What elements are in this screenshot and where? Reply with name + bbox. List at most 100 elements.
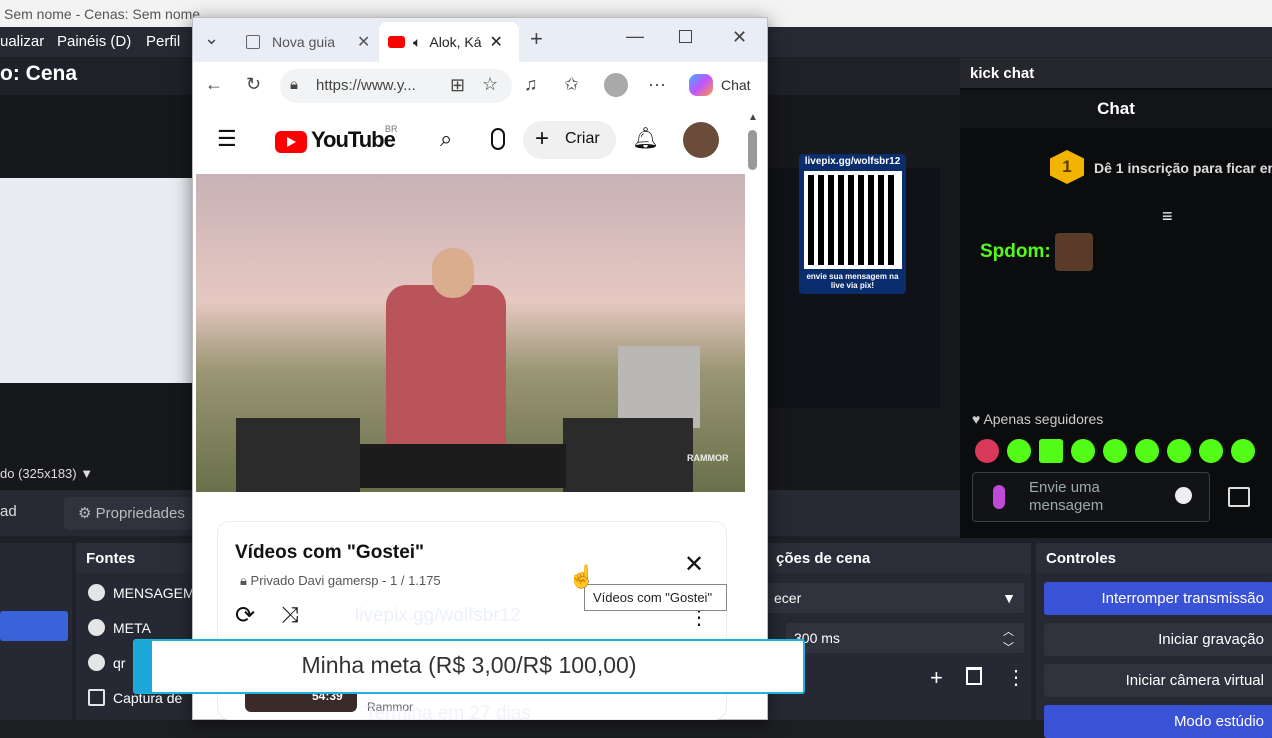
menu-view[interactable]: ualizar	[0, 33, 44, 50]
youtube-play-icon	[287, 137, 296, 147]
close-icon[interactable]: ✕	[357, 34, 370, 51]
chevron-down-icon[interactable]: ▼	[80, 466, 93, 481]
microphone-icon[interactable]	[491, 128, 505, 150]
monitor-icon	[88, 689, 105, 706]
preview-nested-capture	[0, 178, 192, 383]
create-button[interactable]: + Criar	[523, 121, 616, 159]
emoji-icon[interactable]	[1175, 487, 1192, 504]
speaker-icon[interactable]: 🔈︎	[413, 34, 421, 50]
emote-icon[interactable]	[1167, 439, 1191, 463]
kick-chat-title: Chat	[960, 90, 1272, 128]
resolution-label: do (325x183) ▼	[0, 466, 93, 481]
url-text: https://www.y...	[316, 77, 416, 94]
favorite-star-icon[interactable]: ☆	[482, 74, 498, 95]
menu-docks[interactable]: Painéis (D)	[57, 33, 131, 50]
message-placeholder: Envie uma mensagem	[1029, 479, 1104, 514]
transitions-header: ções de cena	[766, 543, 1031, 573]
more-vertical-icon[interactable]: ⋮	[1006, 665, 1026, 690]
tab-label: Alok, Ká	[429, 34, 482, 50]
media-control-icon[interactable]: ♫	[524, 74, 538, 95]
resolution-text: do (325x183)	[0, 466, 77, 481]
refresh-icon[interactable]: ↻	[246, 74, 261, 95]
lock-icon: 🔒︎	[240, 573, 247, 588]
youtube-logo-text[interactable]: YouTube	[311, 127, 396, 153]
lock-icon[interactable]: 🔒︎	[290, 76, 298, 93]
playlist-owner[interactable]: Davi gamersp - 1 / 1.175	[298, 573, 440, 588]
create-label: Criar	[565, 130, 600, 147]
page-icon	[246, 35, 260, 49]
emote-icon[interactable]	[1071, 439, 1095, 463]
browser-icon	[88, 584, 105, 601]
transition-select[interactable]: ecer ▼	[766, 583, 1024, 613]
source-label: qr	[113, 655, 126, 671]
scroll-up-icon[interactable]: ▲	[748, 112, 760, 124]
start-virtual-camera-button[interactable]: Iniciar câmera virtual	[1044, 664, 1272, 697]
scene-title: o: Cena	[0, 62, 78, 85]
properties-label: Propriedades	[95, 505, 185, 522]
add-icon[interactable]: +	[930, 665, 943, 691]
profile-avatar[interactable]	[604, 73, 628, 97]
trash-icon[interactable]	[966, 667, 982, 685]
microphone-icon[interactable]	[993, 485, 1005, 509]
followers-only-label: ♥ Apenas seguidores	[972, 411, 1103, 427]
back-arrow-icon[interactable]: ←	[205, 74, 223, 95]
minimize-icon[interactable]: —	[626, 26, 644, 47]
maximize-icon[interactable]	[679, 30, 692, 43]
emote-icon[interactable]	[1135, 439, 1159, 463]
emote-icon[interactable]	[975, 439, 999, 463]
loop-icon[interactable]: ⟳	[235, 601, 255, 630]
search-icon[interactable]: ⌕	[440, 126, 452, 152]
tab-youtube[interactable]: 🔈︎ Alok, Ká ✕	[388, 21, 503, 59]
start-recording-button[interactable]: Iniciar gravação	[1044, 623, 1272, 656]
plus-icon: +	[535, 125, 550, 152]
source-item[interactable]: qr	[88, 654, 125, 671]
bell-icon[interactable]: 🔔︎	[632, 127, 659, 151]
scrollbar-thumb[interactable]	[748, 130, 757, 170]
transitions-panel: ções de cena ecer ▼ 300 ms ︿ ﹀ + ⋮	[766, 543, 1031, 720]
url-field[interactable]: https://www.y...	[280, 69, 512, 103]
store-icon[interactable]	[1228, 487, 1250, 507]
emote-image	[1055, 233, 1093, 271]
duration-stepper[interactable]: 300 ms ︿ ﹀	[786, 623, 1024, 655]
selected-scene[interactable]	[0, 611, 68, 641]
emote-icon[interactable]	[1039, 439, 1063, 463]
close-icon[interactable]: ✕	[490, 34, 503, 51]
chevron-down-icon: ▼	[1002, 590, 1016, 606]
video-speaker	[563, 418, 693, 492]
hamburger-menu-icon[interactable]: ☰	[217, 126, 237, 152]
copilot-icon[interactable]	[689, 74, 713, 96]
source-item[interactable]: MENSAGEM	[88, 584, 195, 601]
mouse-cursor-icon: ☝	[568, 564, 596, 589]
emote-icon[interactable]	[1231, 439, 1255, 463]
apps-icon[interactable]: ⊞	[450, 75, 465, 96]
emote-icon[interactable]	[1007, 439, 1031, 463]
source-item[interactable]: META	[88, 619, 151, 636]
close-icon[interactable]: ✕	[684, 550, 704, 579]
chat-username[interactable]: Spdom:	[980, 241, 1051, 263]
more-options-icon[interactable]: ···	[648, 74, 666, 95]
tab-new[interactable]: Nova guia ✕	[246, 21, 370, 59]
transition-value: ecer	[774, 590, 802, 606]
tab-list-chevron-icon[interactable]: ⌄	[204, 28, 219, 49]
user-avatar[interactable]	[683, 122, 719, 158]
emote-icon[interactable]	[1199, 439, 1223, 463]
favorites-icon[interactable]: ✩	[564, 74, 579, 95]
stepper-arrows-icon[interactable]: ︿ ﹀	[1003, 623, 1014, 655]
playlist-meta: 🔒︎ Privado Davi gamersp - 1 / 1.175	[240, 573, 441, 589]
sub-prompt: Dê 1 inscrição para ficar em	[1094, 160, 1272, 176]
close-window-icon[interactable]: ✕	[732, 27, 747, 48]
new-tab-plus-icon[interactable]: +	[530, 26, 543, 52]
video-laptop	[618, 346, 700, 428]
stop-streaming-button[interactable]: Interromper transmissão	[1044, 582, 1272, 615]
copilot-chat-label[interactable]: Chat	[721, 77, 751, 93]
studio-mode-button[interactable]: Modo estúdio	[1044, 705, 1272, 738]
browser-icon	[88, 654, 105, 671]
heart-icon: ♥	[972, 411, 981, 427]
emote-icon[interactable]	[1103, 439, 1127, 463]
menu-profile[interactable]: Perfil	[146, 33, 180, 50]
gear-icon: ⚙	[78, 505, 92, 522]
properties-button[interactable]: ⚙ Propriedades	[64, 497, 192, 530]
playlist-title[interactable]: Vídeos com "Gostei"	[235, 542, 424, 564]
collapse-icon[interactable]: ≡	[1162, 206, 1173, 227]
shuffle-icon[interactable]: ⤨	[281, 602, 299, 628]
